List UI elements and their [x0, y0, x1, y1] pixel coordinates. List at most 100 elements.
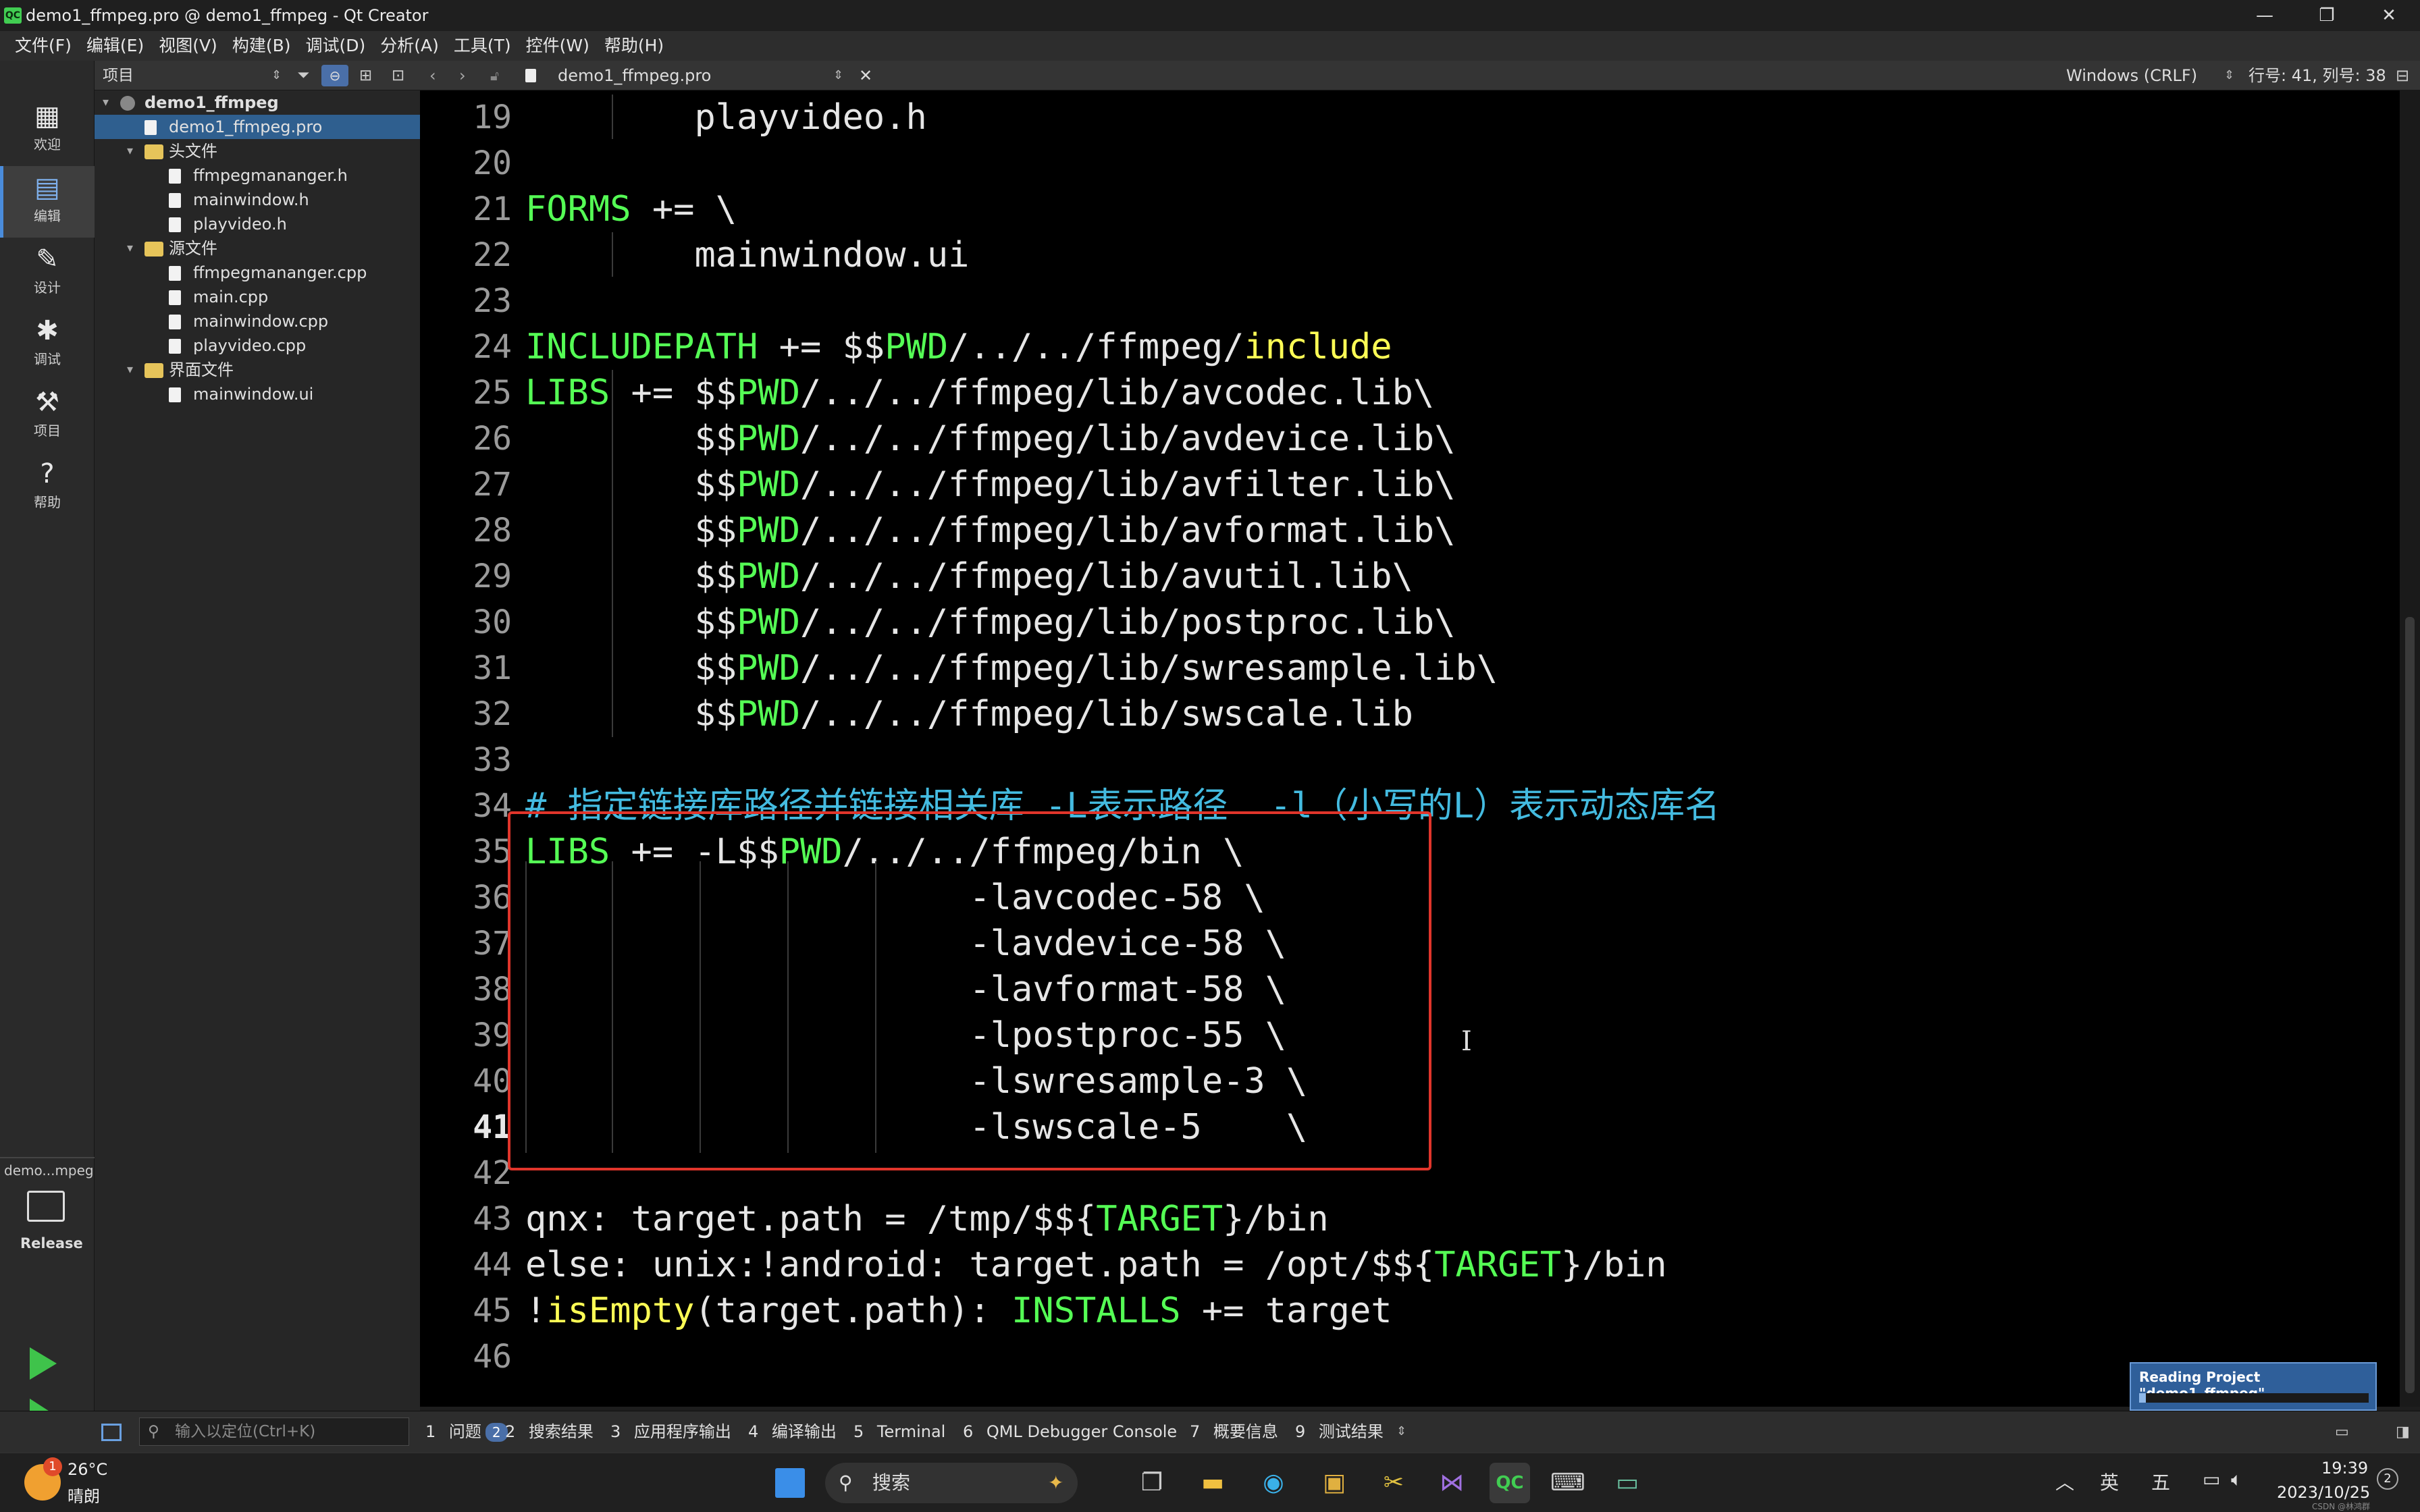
ime-mode[interactable]: 五: [2151, 1468, 2170, 1495]
tree-item[interactable]: playvideo.h: [95, 212, 420, 236]
menu-file[interactable]: 文件(F): [0, 31, 79, 61]
tree-item[interactable]: mainwindow.cpp: [95, 309, 420, 333]
file-dropdown-icon[interactable]: ⇕: [833, 61, 843, 90]
code-line[interactable]: $$PWD/../../ffmpeg/lib/avfilter.lib\: [525, 462, 1455, 508]
code-line[interactable]: !isEmpty(target.path): INSTALLS += targe…: [525, 1288, 1392, 1334]
code-line[interactable]: mainwindow.ui: [525, 232, 969, 278]
menu-controls[interactable]: 控件(W): [519, 31, 597, 61]
expand-arrow-icon[interactable]: ▾: [127, 358, 140, 382]
menu-help[interactable]: 帮助(H): [597, 31, 671, 61]
menu-analyze[interactable]: 分析(A): [373, 31, 446, 61]
filter-icon[interactable]: ⏷: [297, 61, 309, 90]
visual-studio-icon[interactable]: ⋈: [1431, 1463, 1472, 1503]
code-line[interactable]: $$PWD/../../ffmpeg/lib/swscale.lib: [525, 691, 1413, 737]
weather-desc[interactable]: 晴朗: [68, 1483, 100, 1507]
menu-debug[interactable]: 调试(D): [298, 31, 373, 61]
output-tab[interactable]: 9 测试结果: [1295, 1411, 1384, 1453]
output-tab[interactable]: 2 搜索结果: [505, 1411, 594, 1453]
menu-edit[interactable]: 编辑(E): [79, 31, 151, 61]
edge-icon[interactable]: ◉: [1253, 1463, 1294, 1503]
monitor-icon[interactable]: [27, 1191, 65, 1222]
line-ending[interactable]: Windows (CRLF): [2066, 61, 2197, 90]
mode-design[interactable]: ✎ 设计: [0, 238, 95, 309]
mode-help[interactable]: ? 帮助: [0, 452, 95, 524]
split-editor-icon[interactable]: ⊟: [2396, 61, 2409, 90]
forward-icon[interactable]: ›: [459, 61, 466, 90]
tree-item[interactable]: demo1_ffmpeg.pro: [95, 115, 420, 139]
tree-item[interactable]: playvideo.cpp: [95, 333, 420, 358]
start-icon[interactable]: [770, 1463, 810, 1503]
menu-tools[interactable]: 工具(T): [446, 31, 519, 61]
clock-date[interactable]: 2023/10/25: [2277, 1483, 2370, 1502]
locator-field[interactable]: ⚲ 输入以定位(Ctrl+K): [139, 1418, 409, 1446]
tree-item[interactable]: ▾ 源文件: [95, 236, 420, 261]
mode-debug[interactable]: ✱ 调试: [0, 309, 95, 381]
code-line[interactable]: $$PWD/../../ffmpeg/lib/postproc.lib\: [525, 599, 1455, 645]
tree-item[interactable]: main.cpp: [95, 285, 420, 309]
terminal-icon[interactable]: ⌨: [1548, 1463, 1588, 1503]
output-tab[interactable]: 3 应用程序输出: [610, 1411, 731, 1453]
restore-icon[interactable]: ❐: [2296, 0, 2358, 31]
minimize-icon[interactable]: —: [2234, 0, 2296, 31]
back-icon[interactable]: ‹: [429, 61, 436, 90]
menu-view[interactable]: 视图(V): [151, 31, 225, 61]
more-tabs-icon[interactable]: ⇕: [1396, 1411, 1406, 1453]
search-box[interactable]: ⚲ 搜索 ✦: [825, 1463, 1078, 1503]
tree-item[interactable]: ffmpegmananger.h: [95, 163, 420, 188]
menu-build[interactable]: 构建(B): [225, 31, 298, 61]
code-line[interactable]: INCLUDEPATH += $$PWD/../../ffmpeg/includ…: [525, 324, 1392, 370]
close-file-icon[interactable]: ✕: [859, 61, 872, 90]
cursor-position[interactable]: 行号: 41, 列号: 38: [2248, 61, 2386, 90]
dropdown-arrow-icon[interactable]: ⇕: [271, 61, 282, 90]
tray-chevron-icon[interactable]: ︿: [2055, 1468, 2074, 1495]
file-tab[interactable]: demo1_ffmpeg.pro: [558, 61, 711, 90]
qt-creator-taskbar-icon[interactable]: QC: [1490, 1463, 1530, 1503]
toggle-sidebar-icon[interactable]: [101, 1424, 122, 1441]
code-line[interactable]: FORMS += \: [525, 186, 737, 232]
code-line[interactable]: playvideo.h: [525, 94, 926, 140]
expand-arrow-icon[interactable]: ▾: [103, 90, 116, 115]
tree-item[interactable]: ffmpegmananger.cpp: [95, 261, 420, 285]
expand-arrow-icon[interactable]: ▾: [127, 139, 140, 163]
tree-item[interactable]: mainwindow.ui: [95, 382, 420, 406]
output-tab[interactable]: 4 编译输出: [748, 1411, 837, 1453]
close-panel-icon[interactable]: ⊡: [392, 61, 404, 90]
output-tab[interactable]: 1 问题 2: [425, 1411, 508, 1453]
output-tab[interactable]: 7 概要信息: [1190, 1411, 1278, 1453]
code-line[interactable]: LIBS += $$PWD/../../ffmpeg/lib/avcodec.l…: [525, 370, 1434, 416]
expand-arrow-icon[interactable]: ▾: [127, 236, 140, 261]
tool-app-icon[interactable]: ✂: [1373, 1463, 1414, 1503]
network-icon[interactable]: ▭: [2203, 1468, 2220, 1490]
file-explorer-icon[interactable]: ▬: [1192, 1463, 1233, 1503]
run-icon[interactable]: [30, 1347, 57, 1380]
split-icon[interactable]: ⊞: [359, 61, 372, 90]
mode-projects[interactable]: ⚒ 项目: [0, 381, 95, 452]
line-ending-dropdown-icon[interactable]: ⇕: [2224, 61, 2234, 90]
scrollbar-thumb[interactable]: [2405, 617, 2415, 1393]
code-line[interactable]: $$PWD/../../ffmpeg/lib/avutil.lib\: [525, 554, 1413, 599]
mode-welcome[interactable]: ▦ 欢迎: [0, 94, 95, 166]
code-line[interactable]: $$PWD/../../ffmpeg/lib/avdevice.lib\: [525, 416, 1455, 462]
ime-language[interactable]: 英: [2100, 1468, 2119, 1495]
output-tab[interactable]: 5 Terminal: [853, 1411, 945, 1453]
vertical-scrollbar[interactable]: [2400, 90, 2420, 1407]
tree-item[interactable]: ▾ 界面文件: [95, 358, 420, 382]
output-close-icon[interactable]: ▭: [2335, 1411, 2349, 1453]
task-view-icon[interactable]: ❐: [1132, 1463, 1172, 1503]
store-icon[interactable]: ▣: [1314, 1463, 1354, 1503]
toggle-right-icon[interactable]: ◨: [2396, 1411, 2410, 1453]
close-icon[interactable]: ✕: [2358, 0, 2420, 31]
tree-item[interactable]: ▾ 头文件: [95, 139, 420, 163]
tree-item[interactable]: ▾ demo1_ffmpeg: [95, 90, 420, 115]
code-line[interactable]: $$PWD/../../ffmpeg/lib/swresample.lib\: [525, 645, 1498, 691]
mode-edit[interactable]: ▤ 编辑: [0, 166, 95, 238]
volume-icon[interactable]: 🔈︎: [2231, 1468, 2242, 1491]
tree-item[interactable]: mainwindow.h: [95, 188, 420, 212]
code-line[interactable]: else: unix:!android: target.path = /opt/…: [525, 1242, 1667, 1288]
output-tab[interactable]: 6 QML Debugger Console: [963, 1411, 1177, 1453]
code-line[interactable]: qnx: target.path = /tmp/$${TARGET}/bin: [525, 1196, 1329, 1242]
link-icon[interactable]: ⊖: [321, 65, 348, 86]
notification-count[interactable]: 2: [2377, 1468, 2398, 1490]
code-line[interactable]: $$PWD/../../ffmpeg/lib/avformat.lib\: [525, 508, 1455, 554]
clock-time[interactable]: 19:39: [2321, 1459, 2368, 1478]
